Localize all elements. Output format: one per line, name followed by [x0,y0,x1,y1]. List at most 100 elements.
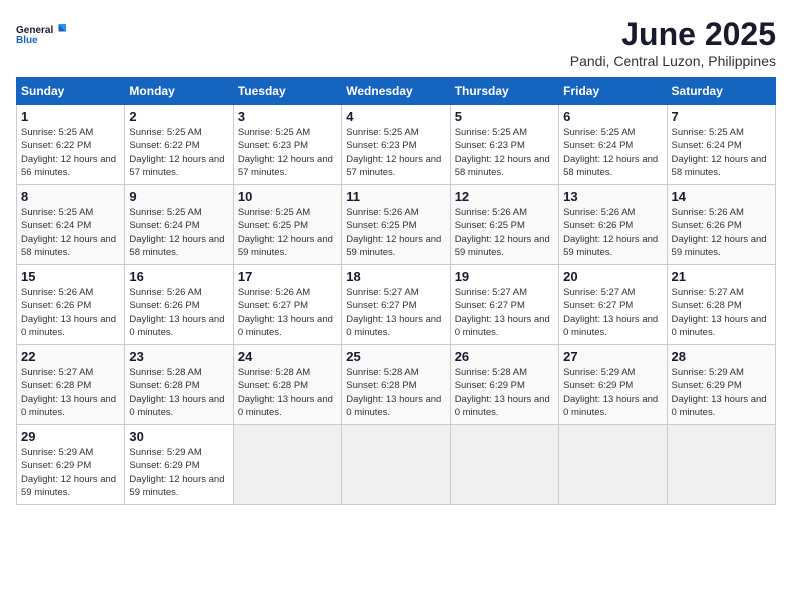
day-info: Sunrise: 5:25 AM Sunset: 6:22 PM Dayligh… [129,126,228,179]
day-number: 3 [238,109,337,124]
day-info: Sunrise: 5:28 AM Sunset: 6:29 PM Dayligh… [455,366,554,419]
day-info: Sunrise: 5:26 AM Sunset: 6:26 PM Dayligh… [672,206,771,259]
day-info: Sunrise: 5:27 AM Sunset: 6:27 PM Dayligh… [455,286,554,339]
table-row: 22 Sunrise: 5:27 AM Sunset: 6:28 PM Dayl… [17,345,125,425]
day-info: Sunrise: 5:26 AM Sunset: 6:26 PM Dayligh… [563,206,662,259]
day-info: Sunrise: 5:26 AM Sunset: 6:27 PM Dayligh… [238,286,337,339]
svg-text:Blue: Blue [16,35,38,46]
day-info: Sunrise: 5:27 AM Sunset: 6:27 PM Dayligh… [346,286,445,339]
day-number: 12 [455,189,554,204]
day-number: 2 [129,109,228,124]
day-info: Sunrise: 5:27 AM Sunset: 6:28 PM Dayligh… [672,286,771,339]
day-number: 19 [455,269,554,284]
day-info: Sunrise: 5:25 AM Sunset: 6:24 PM Dayligh… [21,206,120,259]
table-row: 2 Sunrise: 5:25 AM Sunset: 6:22 PM Dayli… [125,105,233,185]
table-row: 1 Sunrise: 5:25 AM Sunset: 6:22 PM Dayli… [17,105,125,185]
header-wednesday: Wednesday [342,78,450,105]
empty-cell [667,425,775,505]
table-row: 16 Sunrise: 5:26 AM Sunset: 6:26 PM Dayl… [125,265,233,345]
day-number: 8 [21,189,120,204]
empty-cell [450,425,558,505]
day-number: 21 [672,269,771,284]
table-row: 20 Sunrise: 5:27 AM Sunset: 6:27 PM Dayl… [559,265,667,345]
table-row: 15 Sunrise: 5:26 AM Sunset: 6:26 PM Dayl… [17,265,125,345]
day-number: 16 [129,269,228,284]
title-area: June 2025 Pandi, Central Luzon, Philippi… [570,16,776,69]
day-number: 10 [238,189,337,204]
header: General Blue June 2025 Pandi, Central Lu… [16,16,776,69]
table-row: 24 Sunrise: 5:28 AM Sunset: 6:28 PM Dayl… [233,345,341,425]
svg-text:General: General [16,25,53,36]
calendar-container: General Blue June 2025 Pandi, Central Lu… [16,16,776,505]
table-row: 25 Sunrise: 5:28 AM Sunset: 6:28 PM Dayl… [342,345,450,425]
header-saturday: Saturday [667,78,775,105]
day-number: 11 [346,189,445,204]
logo-svg: General Blue [16,16,66,52]
empty-cell [559,425,667,505]
day-number: 18 [346,269,445,284]
day-number: 15 [21,269,120,284]
month-title: June 2025 [570,16,776,53]
day-number: 26 [455,349,554,364]
day-number: 9 [129,189,228,204]
table-row: 4 Sunrise: 5:25 AM Sunset: 6:23 PM Dayli… [342,105,450,185]
day-number: 29 [21,429,120,444]
weekday-header-row: Sunday Monday Tuesday Wednesday Thursday… [17,78,776,105]
day-info: Sunrise: 5:25 AM Sunset: 6:24 PM Dayligh… [672,126,771,179]
day-info: Sunrise: 5:26 AM Sunset: 6:26 PM Dayligh… [129,286,228,339]
day-info: Sunrise: 5:25 AM Sunset: 6:23 PM Dayligh… [238,126,337,179]
table-row: 26 Sunrise: 5:28 AM Sunset: 6:29 PM Dayl… [450,345,558,425]
calendar-week-row: 8 Sunrise: 5:25 AM Sunset: 6:24 PM Dayli… [17,185,776,265]
day-number: 6 [563,109,662,124]
day-info: Sunrise: 5:28 AM Sunset: 6:28 PM Dayligh… [346,366,445,419]
day-info: Sunrise: 5:26 AM Sunset: 6:26 PM Dayligh… [21,286,120,339]
day-number: 27 [563,349,662,364]
day-info: Sunrise: 5:25 AM Sunset: 6:24 PM Dayligh… [563,126,662,179]
day-number: 25 [346,349,445,364]
table-row: 13 Sunrise: 5:26 AM Sunset: 6:26 PM Dayl… [559,185,667,265]
logo: General Blue [16,16,66,52]
day-info: Sunrise: 5:28 AM Sunset: 6:28 PM Dayligh… [238,366,337,419]
day-info: Sunrise: 5:26 AM Sunset: 6:25 PM Dayligh… [346,206,445,259]
table-row: 8 Sunrise: 5:25 AM Sunset: 6:24 PM Dayli… [17,185,125,265]
table-row: 6 Sunrise: 5:25 AM Sunset: 6:24 PM Dayli… [559,105,667,185]
day-number: 23 [129,349,228,364]
table-row: 10 Sunrise: 5:25 AM Sunset: 6:25 PM Dayl… [233,185,341,265]
day-info: Sunrise: 5:25 AM Sunset: 6:22 PM Dayligh… [21,126,120,179]
table-row: 12 Sunrise: 5:26 AM Sunset: 6:25 PM Dayl… [450,185,558,265]
empty-cell [233,425,341,505]
calendar-week-row: 22 Sunrise: 5:27 AM Sunset: 6:28 PM Dayl… [17,345,776,425]
day-info: Sunrise: 5:29 AM Sunset: 6:29 PM Dayligh… [563,366,662,419]
day-info: Sunrise: 5:25 AM Sunset: 6:23 PM Dayligh… [455,126,554,179]
day-info: Sunrise: 5:25 AM Sunset: 6:23 PM Dayligh… [346,126,445,179]
table-row: 9 Sunrise: 5:25 AM Sunset: 6:24 PM Dayli… [125,185,233,265]
table-row: 18 Sunrise: 5:27 AM Sunset: 6:27 PM Dayl… [342,265,450,345]
header-friday: Friday [559,78,667,105]
header-thursday: Thursday [450,78,558,105]
table-row: 28 Sunrise: 5:29 AM Sunset: 6:29 PM Dayl… [667,345,775,425]
header-sunday: Sunday [17,78,125,105]
calendar-week-row: 15 Sunrise: 5:26 AM Sunset: 6:26 PM Dayl… [17,265,776,345]
table-row: 14 Sunrise: 5:26 AM Sunset: 6:26 PM Dayl… [667,185,775,265]
day-number: 13 [563,189,662,204]
day-number: 24 [238,349,337,364]
table-row: 27 Sunrise: 5:29 AM Sunset: 6:29 PM Dayl… [559,345,667,425]
calendar-week-row: 1 Sunrise: 5:25 AM Sunset: 6:22 PM Dayli… [17,105,776,185]
table-row: 3 Sunrise: 5:25 AM Sunset: 6:23 PM Dayli… [233,105,341,185]
day-number: 17 [238,269,337,284]
day-number: 28 [672,349,771,364]
day-info: Sunrise: 5:27 AM Sunset: 6:27 PM Dayligh… [563,286,662,339]
day-number: 7 [672,109,771,124]
table-row: 17 Sunrise: 5:26 AM Sunset: 6:27 PM Dayl… [233,265,341,345]
table-row: 21 Sunrise: 5:27 AM Sunset: 6:28 PM Dayl… [667,265,775,345]
day-info: Sunrise: 5:25 AM Sunset: 6:24 PM Dayligh… [129,206,228,259]
day-info: Sunrise: 5:29 AM Sunset: 6:29 PM Dayligh… [129,446,228,499]
calendar-week-row: 29 Sunrise: 5:29 AM Sunset: 6:29 PM Dayl… [17,425,776,505]
day-number: 30 [129,429,228,444]
empty-cell [342,425,450,505]
day-info: Sunrise: 5:29 AM Sunset: 6:29 PM Dayligh… [672,366,771,419]
table-row: 7 Sunrise: 5:25 AM Sunset: 6:24 PM Dayli… [667,105,775,185]
table-row: 19 Sunrise: 5:27 AM Sunset: 6:27 PM Dayl… [450,265,558,345]
day-info: Sunrise: 5:27 AM Sunset: 6:28 PM Dayligh… [21,366,120,419]
day-info: Sunrise: 5:26 AM Sunset: 6:25 PM Dayligh… [455,206,554,259]
